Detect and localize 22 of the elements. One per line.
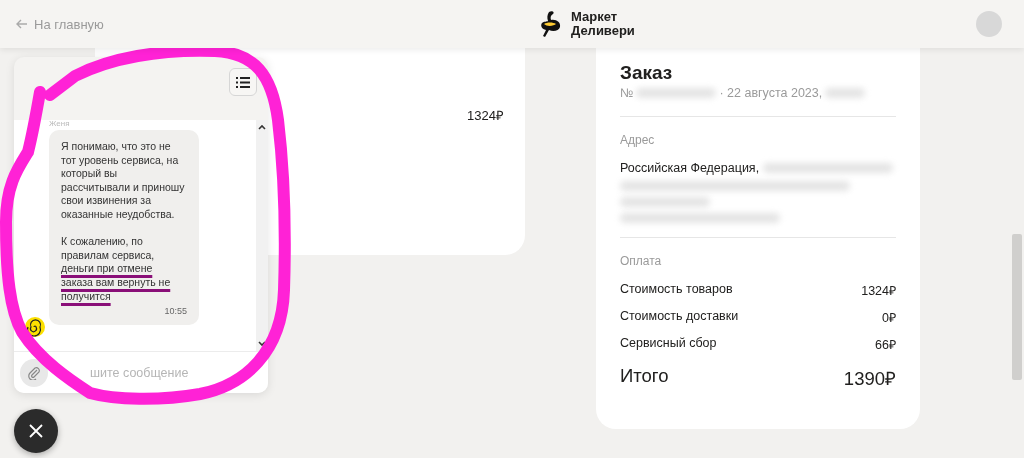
order-number-label: № [620, 86, 634, 100]
item-price: 1324₽ [467, 107, 504, 124]
total-label: Итого [620, 365, 669, 388]
cost-label: Стоимость товаров [620, 282, 733, 298]
cost-value: 0₽ [882, 310, 896, 326]
address-text: Российская Федерация, [620, 161, 760, 175]
order-date: · 22 августа 2023, [719, 86, 823, 100]
logo-text: Деливери [570, 24, 635, 38]
order-title: Заказ [620, 62, 674, 84]
address-label: Адрес [620, 133, 656, 147]
payment-label: Оплата [620, 254, 663, 268]
back-link[interactable]: На главную [16, 16, 104, 32]
message-time: 10:55 [164, 306, 187, 317]
sender-name: Женя [49, 120, 71, 128]
cost-value: 1324₽ [861, 283, 896, 299]
cost-label: Стоимость доставки [620, 309, 739, 325]
total-value: 1390₽ [843, 367, 896, 390]
message-text: К сожалению, по правилам сервиса, деньги при отмене заказа вам вернуть не получится [61, 235, 172, 304]
cost-value: 66₽ [875, 337, 896, 353]
cost-label: Сервисный сбор [620, 336, 717, 352]
message-text: Я понимаю, что это не тот уровень сервиса, на который вы рассчитывали и приношу свои извинения за оказанные неудобства. [61, 140, 186, 222]
logo-text: Маркет [570, 10, 619, 24]
